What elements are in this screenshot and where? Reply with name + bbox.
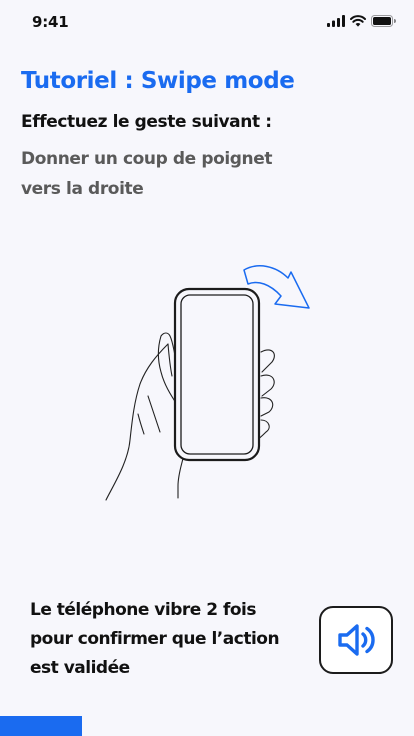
instruction-text: Effectuez le geste suivant : [21,112,272,132]
page-title: Tutoriel : Swipe mode [21,68,295,94]
sound-button[interactable] [319,606,393,674]
status-icons [327,15,396,27]
battery-icon [371,15,396,27]
wifi-icon [350,15,366,27]
status-time: 9:41 [32,13,69,31]
gesture-description: Donner un coup de poignet vers la droite [21,149,273,199]
hand-phone-swipe-right-illustration [105,265,310,501]
cellular-signal-icon [327,15,345,27]
status-bar: 9:41 [0,0,414,44]
speaker-volume-icon [338,624,375,656]
confirmation-text: Le téléphone vibre 2 fois pour confirmer… [30,600,280,678]
bottom-accent-bar [0,716,82,736]
phone-outline-icon [173,287,261,462]
